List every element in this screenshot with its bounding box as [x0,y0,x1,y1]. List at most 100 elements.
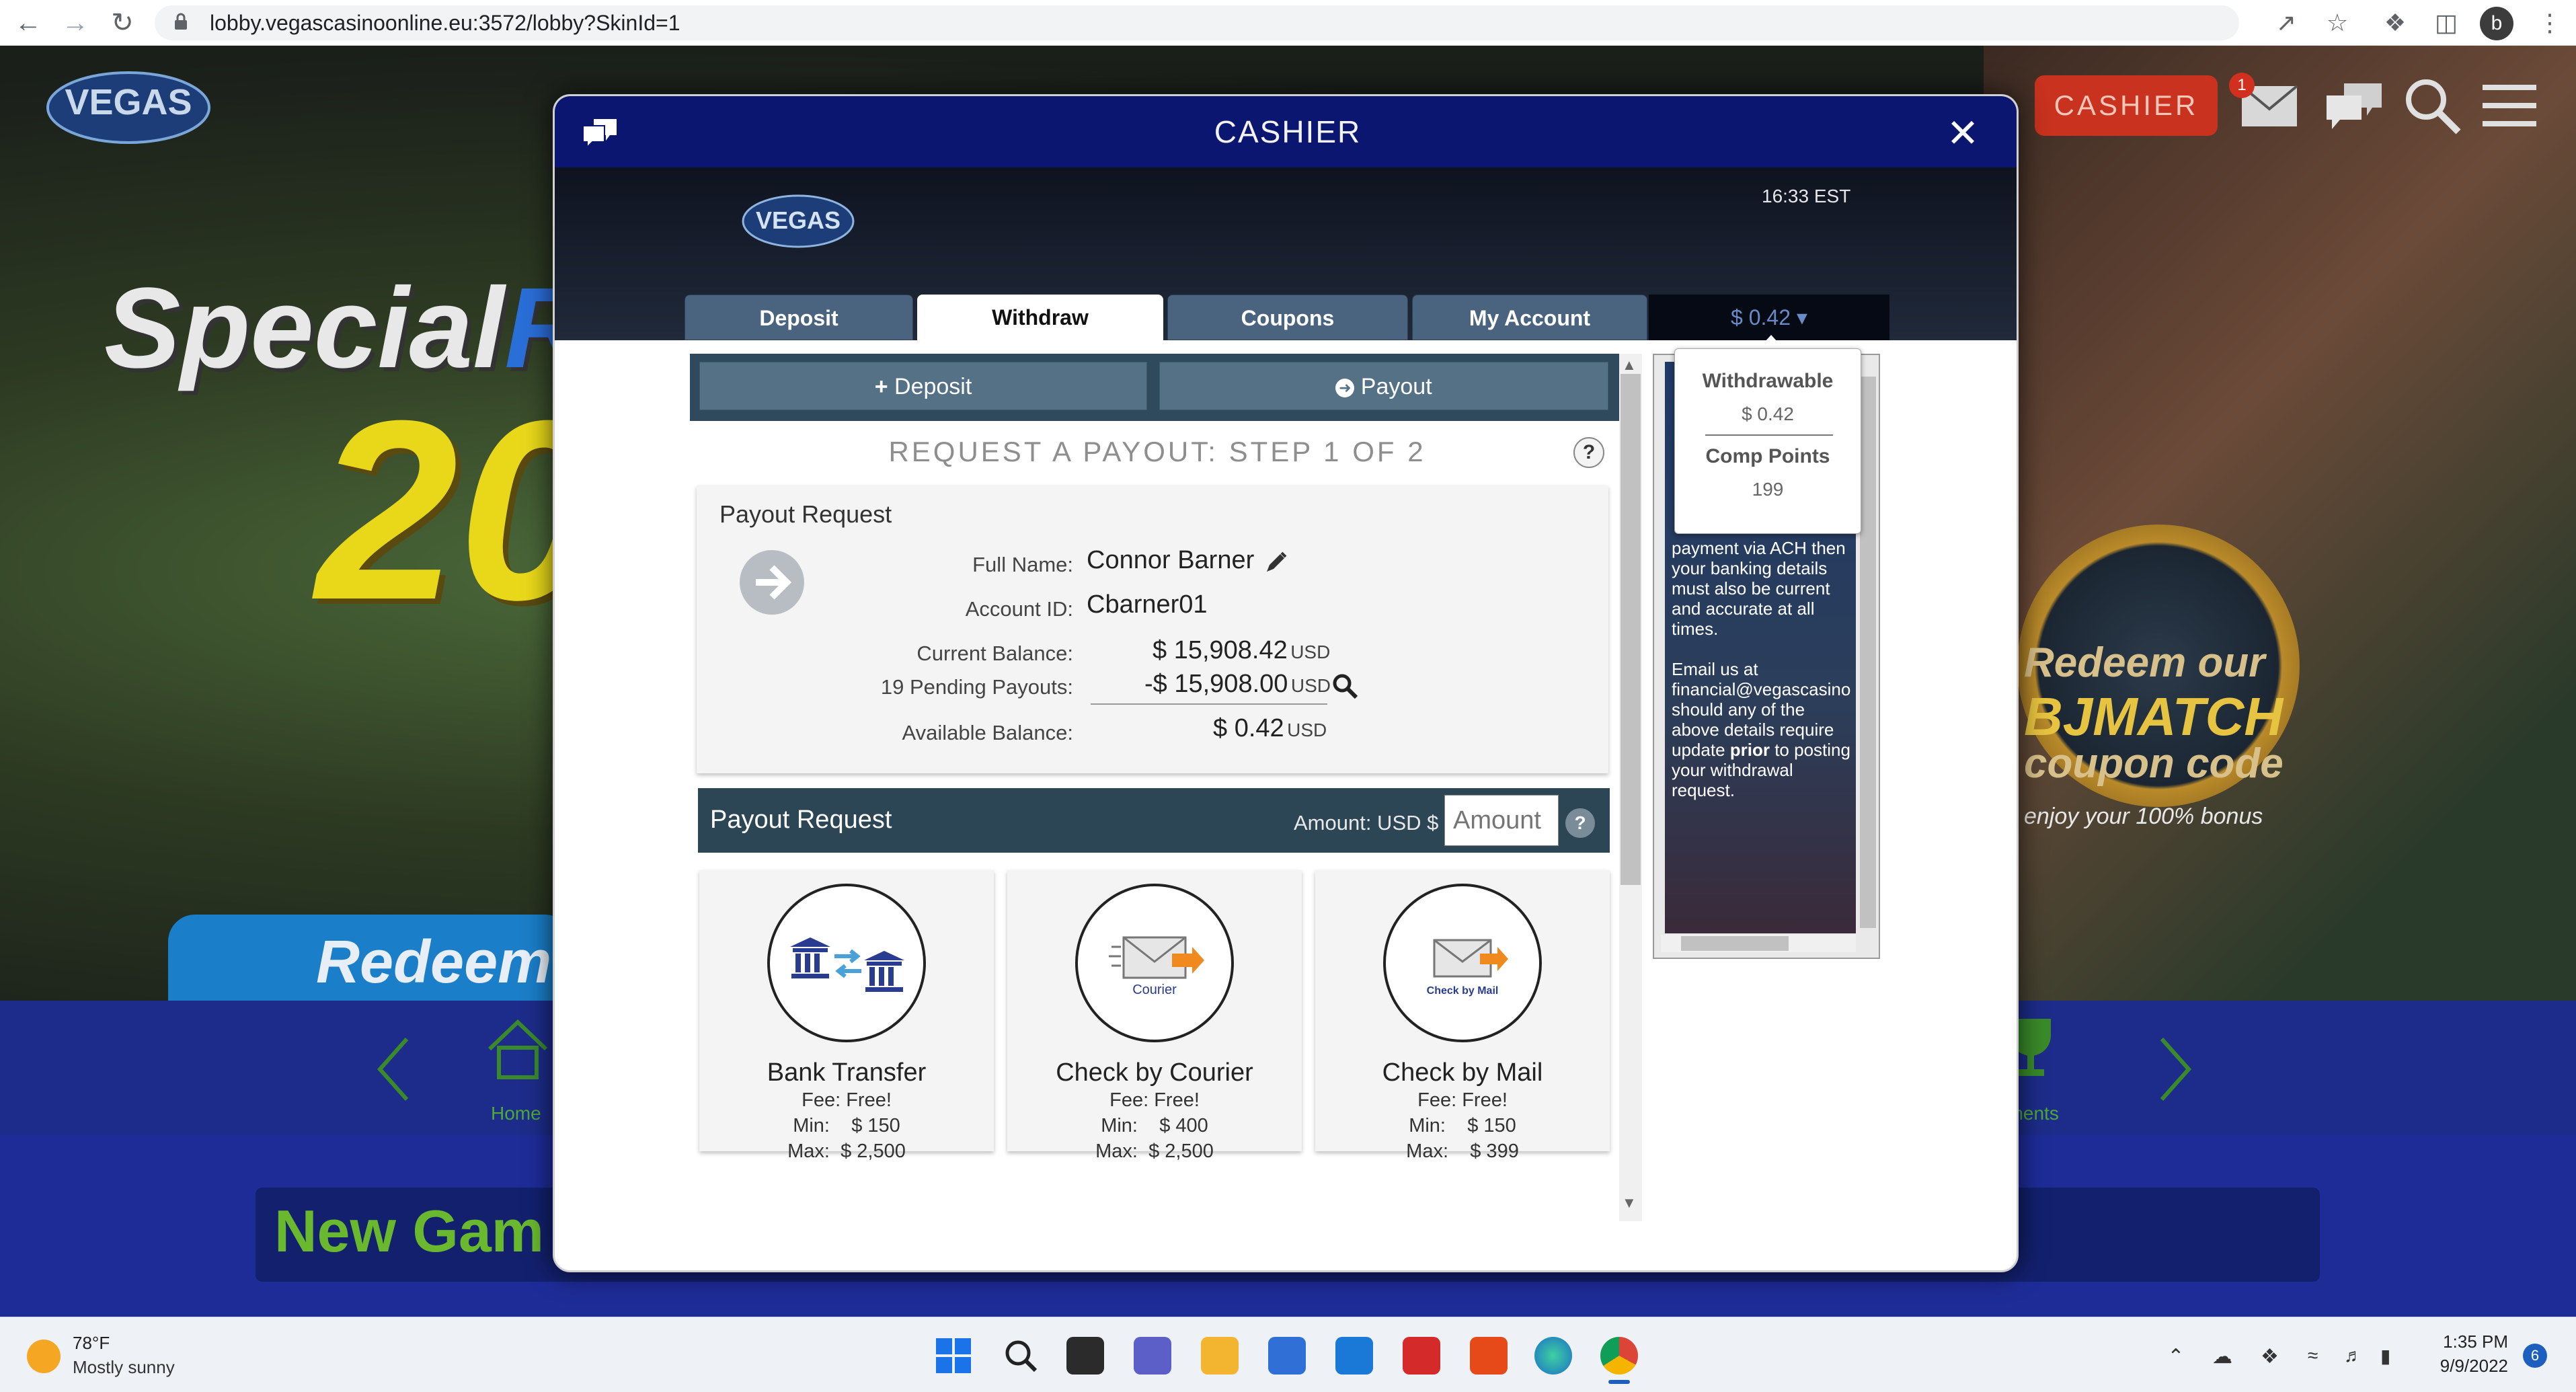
mail-app-icon[interactable] [1335,1337,1373,1375]
amount-input[interactable] [1444,795,1559,846]
account-id-value: Cbarner01 [1087,590,1208,619]
svg-text:VEGAS: VEGAS [756,206,841,234]
reload-icon[interactable]: ↻ [106,7,139,39]
lock-icon [175,13,187,30]
nav-next-arrow-icon[interactable] [2155,1036,2195,1103]
clock-date[interactable]: 9/9/2022 [2426,1356,2508,1377]
chrome-browser-icon[interactable] [1600,1337,1638,1375]
mail-envelope-icon[interactable]: Check by Mail [1383,884,1542,1042]
clock-time[interactable]: 1:35 PM [2434,1331,2508,1352]
teams-chat-icon[interactable] [1134,1337,1171,1375]
task-view-icon[interactable] [1066,1337,1104,1375]
courier-envelope-icon[interactable]: Courier [1075,884,1234,1042]
method-max: Max: $ 2,500 [1095,1140,1214,1162]
comp-points-value: 199 [1752,479,1784,500]
cashier-header-button[interactable]: CASHIER [2035,75,2218,136]
method-name: Check by Courier [1056,1058,1253,1087]
payout-info-card [697,486,1608,773]
info-card-title: Payout Request [719,500,892,528]
badge-line-4: enjoy your 100% bonus [2024,804,2263,829]
search-icon[interactable] [2402,75,2462,136]
star-icon[interactable]: ☆ [2323,8,2352,38]
badge-line-3: coupon code [2024,740,2284,787]
extensions-icon[interactable]: ❖ [2380,8,2410,38]
payout-action-button[interactable]: ➜ Payout [1159,362,1608,410]
tab-my-account[interactable]: My Account [1412,295,1647,340]
side-panel-text: payment via ACH then your banking detail… [1672,538,1851,800]
method-name: Bank Transfer [767,1058,927,1087]
current-balance-value: $ 15,908.42 USD [1153,636,1331,664]
tab-deposit[interactable]: Deposit [685,295,913,340]
nav-home-label[interactable]: Home [491,1103,541,1124]
tray-overflow-icon[interactable]: ⌃ [2164,1345,2188,1368]
balance-dropdown[interactable]: $ 0.42 ▾ [1649,295,1889,340]
method-name: Check by Mail [1382,1058,1543,1087]
url-text: lobby.vegascasinoonline.eu:3572/lobby?Sk… [210,11,680,35]
file-explorer-icon[interactable] [1201,1337,1239,1375]
pending-divider [1091,703,1327,705]
popover-arrow [1758,335,1785,350]
battery-icon[interactable]: ▮ [2380,1345,2405,1366]
hamburger-menu-icon[interactable] [2481,82,2538,129]
chat-icon[interactable] [2324,81,2384,134]
arrow-circle-icon: ➜ [1335,379,1355,398]
new-games-title: New Gam [274,1198,545,1264]
method-min: Min: $ 400 [1101,1115,1208,1136]
nav-prev-arrow-icon[interactable] [373,1036,414,1103]
method-fee: Fee: Free! [1109,1089,1200,1111]
expressvpn-icon[interactable] [1403,1337,1440,1375]
microsoft-store-icon[interactable] [1268,1337,1306,1375]
method-max: Max: $ 2,500 [787,1140,906,1162]
forward-arrow-icon[interactable]: → [59,7,91,39]
bank-transfer-icon[interactable] [767,884,926,1042]
magnifier-icon[interactable] [1331,672,1358,699]
hero-right-image [1984,46,2576,1001]
share-icon[interactable]: ↗ [2271,8,2301,38]
weather-temp[interactable]: 78°F [73,1333,110,1354]
edge-browser-icon[interactable] [1534,1337,1572,1375]
wifi-icon[interactable]: ≈ [2308,1345,2332,1366]
office-icon[interactable] [1470,1337,1508,1375]
site-logo[interactable]: VEGAS [44,67,212,148]
scroll-up-icon[interactable]: ▲ [1622,356,1637,374]
tab-withdraw[interactable]: Withdraw [917,295,1163,340]
dropbox-icon[interactable]: ❖ [2261,1345,2285,1368]
method-fee: Fee: Free! [1417,1089,1508,1111]
edit-pencil-icon[interactable] [1264,550,1288,574]
main-scrollbar-thumb[interactable] [1621,374,1641,885]
svg-text:Courier: Courier [1132,982,1177,997]
pending-payouts-value: -$ 15,908.00 USD [1144,670,1331,698]
side-horizontal-scrollbar-thumb[interactable] [1681,936,1789,951]
arrow-right-icon [740,550,804,615]
deposit-action-button[interactable]: + Deposit [699,362,1147,410]
amount-help-icon[interactable]: ? [1565,808,1595,838]
windows-start-icon[interactable] [935,1337,972,1375]
available-balance-value: $ 0.42 USD [1213,714,1327,742]
method-fee: Fee: Free! [802,1089,892,1111]
method-min: Min: $ 150 [793,1115,900,1136]
withdrawable-value: $ 0.42 [1742,403,1794,424]
notification-badge[interactable]: 6 [2523,1344,2547,1368]
help-icon[interactable]: ? [1573,437,1604,468]
method-max: Max: $ 399 [1406,1140,1519,1162]
back-arrow-icon[interactable]: ← [12,7,44,39]
volume-icon[interactable]: ♬ [2344,1345,2368,1366]
onedrive-icon[interactable]: ☁ [2212,1345,2236,1368]
modal-title: CASHIER [1214,114,1362,149]
popover-divider [1705,434,1833,436]
tab-coupons[interactable]: Coupons [1167,295,1408,340]
sidebar-icon[interactable]: ◫ [2431,8,2461,38]
full-name-label: Full Name: [972,553,1073,576]
home-icon[interactable] [484,1015,551,1083]
taskbar-search-icon[interactable] [1002,1337,1040,1375]
current-balance-label: Current Balance: [916,642,1073,665]
payout-bar-title: Payout Request [710,806,892,834]
weather-sun-icon[interactable] [27,1340,61,1373]
more-menu-icon[interactable]: ⋮ [2535,8,2565,38]
close-icon[interactable]: ✕ [1944,114,1982,153]
weather-desc[interactable]: Mostly sunny [73,1357,175,1378]
profile-avatar[interactable]: b [2480,7,2513,40]
side-scrollbar-thumb[interactable] [1860,377,1876,928]
scroll-down-icon[interactable]: ▼ [1622,1194,1637,1212]
available-balance-label: Available Balance: [902,721,1074,744]
